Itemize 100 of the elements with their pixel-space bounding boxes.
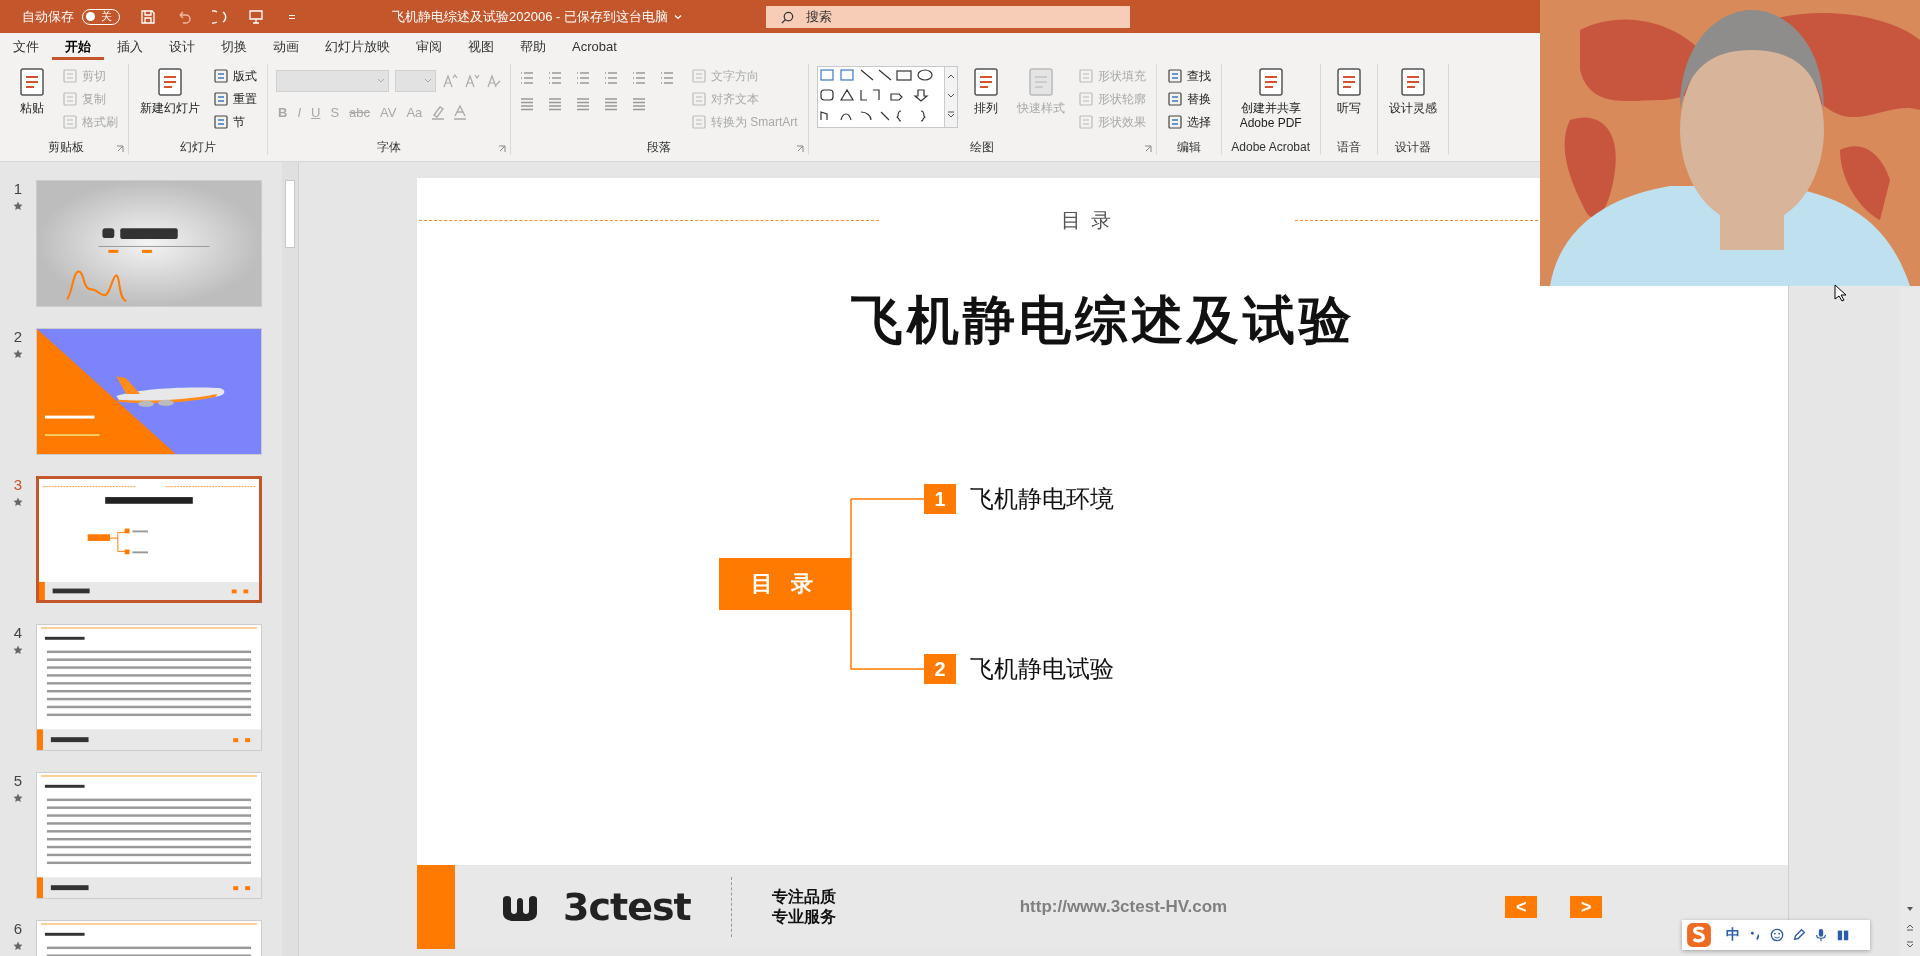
ribbon-button[interactable]: 重置 bbox=[211, 89, 259, 109]
slide-thumbnail[interactable] bbox=[36, 772, 262, 899]
panel-icon bbox=[1077, 68, 1094, 84]
slide-number: 2 bbox=[13, 328, 23, 345]
input-mode-toggle[interactable]: 中 bbox=[1726, 926, 1740, 944]
highlighter-icon[interactable] bbox=[430, 104, 447, 120]
group-label: 语音 bbox=[1336, 138, 1361, 156]
ribbon-button[interactable]: 版式 bbox=[211, 66, 259, 86]
ribbon-tab[interactable]: 视图 bbox=[455, 33, 507, 60]
list-format-icon[interactable] bbox=[659, 70, 675, 86]
ribbon-button[interactable]: 粘贴 bbox=[12, 64, 52, 118]
emoji-icon[interactable] bbox=[1770, 928, 1784, 942]
panel-icon bbox=[62, 91, 78, 107]
next-slide-icon[interactable] bbox=[1905, 940, 1915, 950]
presentation-icon[interactable] bbox=[248, 8, 264, 25]
dropdown-icon bbox=[424, 77, 432, 85]
ribbon-button[interactable]: 设计灵感 bbox=[1385, 64, 1440, 118]
panel-icon bbox=[213, 114, 229, 130]
toc-label-box: 目 录 bbox=[719, 558, 851, 610]
slogan: 专业服务 bbox=[771, 907, 836, 927]
list-format-icon[interactable] bbox=[547, 70, 563, 86]
slide-thumbnail[interactable] bbox=[36, 476, 262, 603]
ribbon-button[interactable]: 查找 bbox=[1164, 66, 1213, 86]
group-label: 段落 bbox=[647, 138, 672, 156]
ribbon-tab[interactable]: 插入 bbox=[104, 33, 156, 60]
font-color-icon[interactable] bbox=[452, 104, 469, 120]
group-label: 设计器 bbox=[1394, 138, 1431, 156]
ribbon-tab[interactable]: 幻灯片放映 bbox=[312, 33, 403, 60]
previous-slide-icon[interactable] bbox=[1905, 922, 1915, 932]
ribbon-tab[interactable]: Acrobat bbox=[559, 33, 630, 60]
panel-icon bbox=[213, 68, 229, 84]
slide-number: 1 bbox=[13, 180, 23, 197]
dialog-launcher-icon[interactable] bbox=[1143, 145, 1152, 153]
ribbon-button[interactable]: 新建幻灯片 bbox=[137, 64, 203, 118]
dialog-launcher-icon[interactable] bbox=[795, 145, 804, 153]
scrollbar[interactable] bbox=[282, 162, 298, 956]
ribbon-button[interactable]: 听写 bbox=[1328, 64, 1369, 118]
group-label: 剪贴板 bbox=[48, 138, 84, 156]
slide-number: 6 bbox=[13, 920, 23, 937]
slide-number: 4 bbox=[13, 624, 23, 641]
font-name-field[interactable] bbox=[276, 70, 389, 92]
dialog-launcher-icon[interactable] bbox=[116, 145, 124, 153]
window-title: 飞机静电综述及试验202006 - 已保存到这台电脑 bbox=[392, 7, 668, 26]
ribbon-button[interactable]: 排列 bbox=[965, 64, 1006, 118]
font-shrink-icon[interactable] bbox=[464, 73, 480, 89]
ribbon-button[interactable]: 创建并共享 Adobe PDF bbox=[1229, 64, 1312, 133]
list-format-icon[interactable] bbox=[603, 70, 619, 86]
panel-icon bbox=[691, 68, 707, 84]
mouse-cursor-icon bbox=[1834, 284, 1846, 302]
star-icon bbox=[13, 941, 23, 951]
slide-title: 飞机静电综述及试验 bbox=[849, 290, 1356, 351]
ribbon-tab[interactable]: 动画 bbox=[260, 33, 312, 60]
autosave-label: 自动保存 bbox=[22, 7, 74, 26]
panel-icon bbox=[213, 91, 229, 107]
ribbon-tab[interactable]: 文件 bbox=[0, 33, 52, 60]
toc-item: 飞机静电环境 bbox=[970, 484, 1114, 514]
ribbon-button[interactable]: 替换 bbox=[1164, 89, 1213, 109]
caret-icon[interactable] bbox=[673, 12, 682, 21]
ribbon-button[interactable]: 节 bbox=[211, 112, 259, 132]
list-format-icon[interactable] bbox=[575, 70, 591, 86]
font-grow-icon[interactable] bbox=[442, 73, 458, 89]
alignment-icon[interactable] bbox=[603, 96, 619, 112]
slogan: 专注品质 bbox=[771, 887, 836, 907]
group-label: 字体 bbox=[377, 138, 401, 156]
panel-icon bbox=[62, 114, 78, 130]
ribbon-tab[interactable]: 帮助 bbox=[507, 33, 559, 60]
ribbon-button[interactable]: 选择 bbox=[1164, 112, 1213, 132]
star-icon bbox=[13, 645, 23, 655]
panel-icon bbox=[1077, 91, 1094, 107]
ribbon-tab[interactable]: 设计 bbox=[156, 33, 208, 60]
dropdown-icon bbox=[377, 77, 385, 85]
slide-thumbnail[interactable] bbox=[36, 624, 262, 751]
search-field[interactable]: 搜索 bbox=[766, 5, 1130, 28]
microphone-icon[interactable] bbox=[1814, 928, 1828, 942]
website-url: http://www.3ctest-HV.com bbox=[1019, 897, 1228, 917]
pen-icon[interactable] bbox=[1792, 928, 1806, 942]
group-label: 编辑 bbox=[1176, 138, 1201, 156]
slide-thumbnail[interactable] bbox=[36, 180, 262, 307]
ribbon-tab[interactable]: 审阅 bbox=[403, 33, 455, 60]
panel-icon bbox=[62, 68, 78, 84]
save-icon[interactable] bbox=[140, 8, 156, 25]
panel-icon bbox=[1166, 91, 1183, 107]
alignment-icon[interactable] bbox=[519, 96, 535, 112]
list-format-icon[interactable] bbox=[519, 70, 535, 86]
brand-name: 3ctest bbox=[563, 885, 691, 929]
clear-format-icon[interactable] bbox=[486, 73, 502, 89]
panel-icon bbox=[691, 91, 707, 107]
search-icon bbox=[780, 9, 795, 25]
group-label: 幻灯片 bbox=[180, 138, 216, 156]
alignment-icon[interactable] bbox=[631, 96, 647, 112]
input-method-logo-icon[interactable] bbox=[1686, 922, 1712, 948]
alignment-icon[interactable] bbox=[547, 96, 563, 112]
alignment-icon[interactable] bbox=[575, 96, 591, 112]
slide-thumbnail[interactable] bbox=[36, 328, 262, 455]
list-format-icon[interactable] bbox=[631, 70, 647, 86]
ribbon-tab[interactable]: 切换 bbox=[208, 33, 260, 60]
font-size-field[interactable] bbox=[395, 70, 436, 92]
dialog-launcher-icon[interactable] bbox=[498, 145, 506, 153]
panel-icon bbox=[1166, 114, 1183, 130]
item-number: 1 bbox=[924, 484, 956, 514]
